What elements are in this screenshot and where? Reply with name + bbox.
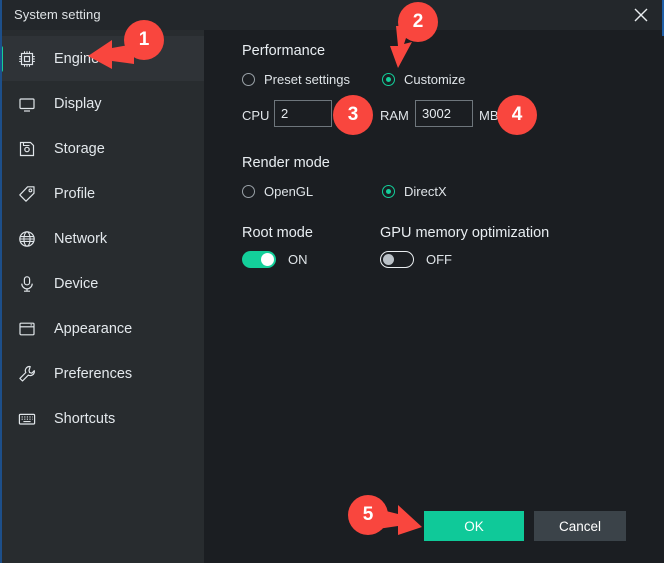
sidebar-item-label: Profile	[54, 185, 96, 202]
opengl-radio-row[interactable]: OpenGL	[242, 184, 313, 199]
preset-settings-label[interactable]: Preset settings	[264, 72, 350, 87]
ram-label: RAM	[380, 108, 409, 123]
customize-label[interactable]: Customize	[404, 72, 465, 87]
sidebar: Engine Display Storage Profile Network D…	[0, 30, 204, 563]
sidebar-item-network[interactable]: Network	[0, 216, 204, 261]
sidebar-item-label: Network	[54, 230, 108, 247]
gpu-memory-state: OFF	[426, 252, 452, 267]
sidebar-item-label: Preferences	[54, 365, 133, 382]
customize-radio[interactable]	[382, 73, 395, 86]
ram-input[interactable]	[415, 100, 473, 127]
root-mode-toggle[interactable]	[242, 251, 276, 268]
customize-radio-row[interactable]: Customize	[382, 72, 465, 87]
sidebar-item-shortcuts[interactable]: Shortcuts	[0, 396, 204, 441]
floppy-disk-icon	[16, 138, 38, 160]
root-mode-state: ON	[288, 252, 308, 267]
sidebar-item-display[interactable]: Display	[0, 81, 204, 126]
keyboard-icon	[16, 408, 38, 430]
directx-label[interactable]: DirectX	[404, 184, 447, 199]
sidebar-item-preferences[interactable]: Preferences	[0, 351, 204, 396]
close-button[interactable]	[622, 0, 660, 30]
sidebar-item-label: Shortcuts	[54, 410, 116, 427]
sidebar-item-label: Engine	[54, 50, 100, 67]
window-left-border	[0, 0, 2, 563]
sidebar-item-label: Storage	[54, 140, 105, 157]
preset-settings-radio-row[interactable]: Preset settings	[242, 72, 350, 87]
root-mode-section-title: Root mode	[242, 225, 313, 241]
cpu-chip-icon	[16, 48, 38, 70]
ok-button[interactable]: OK	[424, 511, 524, 541]
sidebar-item-profile[interactable]: Profile	[0, 171, 204, 216]
opengl-label[interactable]: OpenGL	[264, 184, 313, 199]
globe-icon	[16, 228, 38, 250]
render-mode-section-title: Render mode	[242, 155, 330, 171]
window-icon	[16, 318, 38, 340]
ram-unit-label: MB	[479, 108, 499, 123]
sidebar-item-engine[interactable]: Engine	[0, 36, 204, 81]
tag-icon	[16, 183, 38, 205]
sidebar-item-appearance[interactable]: Appearance	[0, 306, 204, 351]
settings-panel: Performance Preset settings Customize CP…	[204, 30, 664, 563]
cpu-label: CPU	[242, 108, 270, 123]
directx-radio[interactable]	[382, 185, 395, 198]
system-setting-dialog: System setting Engine Display Storage Pr…	[0, 0, 664, 563]
sidebar-item-label: Appearance	[54, 320, 133, 337]
sidebar-item-storage[interactable]: Storage	[0, 126, 204, 171]
performance-section-title: Performance	[242, 43, 326, 59]
gpu-memory-section-title: GPU memory optimization	[380, 225, 550, 241]
gpu-memory-toggle[interactable]	[380, 251, 414, 268]
sidebar-item-label: Display	[54, 95, 102, 112]
window-title: System setting	[14, 7, 101, 22]
opengl-radio[interactable]	[242, 185, 255, 198]
device-icon	[16, 273, 38, 295]
title-bar: System setting	[0, 0, 664, 30]
sidebar-item-device[interactable]: Device	[0, 261, 204, 306]
wrench-icon	[16, 363, 38, 385]
cpu-input[interactable]	[274, 100, 332, 127]
preset-settings-radio[interactable]	[242, 73, 255, 86]
cancel-button[interactable]: Cancel	[534, 511, 626, 541]
monitor-icon	[16, 93, 38, 115]
directx-radio-row[interactable]: DirectX	[382, 184, 447, 199]
sidebar-item-label: Device	[54, 275, 99, 292]
